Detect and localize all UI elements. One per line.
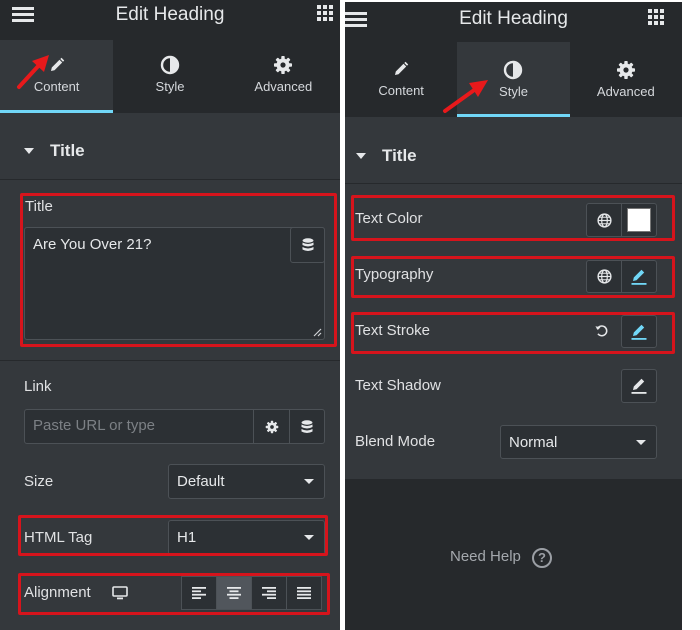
text-color-highlight-box xyxy=(351,195,675,241)
tab-style[interactable]: Style xyxy=(113,40,227,113)
tab-style-label: Style xyxy=(155,79,185,94)
contrast-icon xyxy=(160,55,180,75)
html-tag-highlight-box xyxy=(18,515,328,556)
database-icon xyxy=(301,419,313,433)
need-help-link[interactable]: Need Help xyxy=(450,548,521,566)
section-title-toggle[interactable]: Title xyxy=(0,123,340,180)
editor-header: Edit Heading xyxy=(0,0,340,40)
link-input-placeholder: Paste URL or type xyxy=(33,417,155,434)
blend-mode-select[interactable]: Normal xyxy=(500,425,657,459)
widgets-grid-icon[interactable] xyxy=(317,5,333,21)
edit-text-shadow-button[interactable] xyxy=(621,369,657,403)
chevron-down-icon xyxy=(636,440,646,445)
need-help-label: Need Help xyxy=(450,548,521,565)
link-input[interactable]: Paste URL or type xyxy=(24,409,255,444)
title-highlight-box xyxy=(20,193,337,347)
editor-title: Edit Heading xyxy=(459,8,568,29)
link-label: Link xyxy=(24,378,52,395)
help-circle-icon[interactable]: ? xyxy=(532,548,552,568)
tab-advanced[interactable]: Advanced xyxy=(569,42,682,117)
size-select[interactable]: Default xyxy=(168,464,325,499)
pencil-icon xyxy=(631,378,647,394)
left-editor-panel: Edit Heading Content Style Advanced Titl… xyxy=(0,0,340,630)
tab-advanced-label: Advanced xyxy=(254,79,313,94)
gear-icon xyxy=(274,56,293,74)
tab-advanced[interactable]: Advanced xyxy=(226,40,340,113)
panel-tabs: Content Style Advanced xyxy=(345,42,682,117)
link-dynamic-tags-button[interactable] xyxy=(289,409,325,444)
editor-header: Edit Heading xyxy=(345,2,682,42)
section-title-toggle[interactable]: Title xyxy=(345,129,682,184)
contrast-icon xyxy=(504,60,523,80)
widgets-grid-icon[interactable] xyxy=(648,9,664,25)
right-editor-panel: Edit Heading Content Style Advanced Titl… xyxy=(345,2,682,630)
editor-title: Edit Heading xyxy=(115,4,225,25)
size-select-value: Default xyxy=(177,473,225,490)
caret-down-icon xyxy=(356,153,366,159)
annotation-arrow-content xyxy=(17,55,49,89)
section-title-label: Title xyxy=(50,141,85,160)
blend-mode-label: Blend Mode xyxy=(355,433,436,450)
divider xyxy=(0,360,340,361)
blend-mode-select-value: Normal xyxy=(509,434,558,451)
help-area: Need Help ? xyxy=(345,479,682,630)
typography-highlight-box xyxy=(351,256,675,298)
chevron-down-icon xyxy=(304,479,314,484)
gear-icon xyxy=(616,61,635,79)
size-label: Size xyxy=(24,473,54,490)
gear-icon xyxy=(265,420,278,433)
section-title-label: Title xyxy=(382,146,417,165)
annotation-arrow-style xyxy=(443,80,488,113)
alignment-highlight-box xyxy=(18,573,330,615)
text-shadow-label: Text Shadow xyxy=(355,377,441,394)
link-options-button[interactable] xyxy=(253,409,290,444)
tab-advanced-label: Advanced xyxy=(596,84,655,99)
caret-down-icon xyxy=(24,148,34,154)
text-stroke-highlight-box xyxy=(351,312,675,354)
pencil-icon xyxy=(395,61,409,75)
